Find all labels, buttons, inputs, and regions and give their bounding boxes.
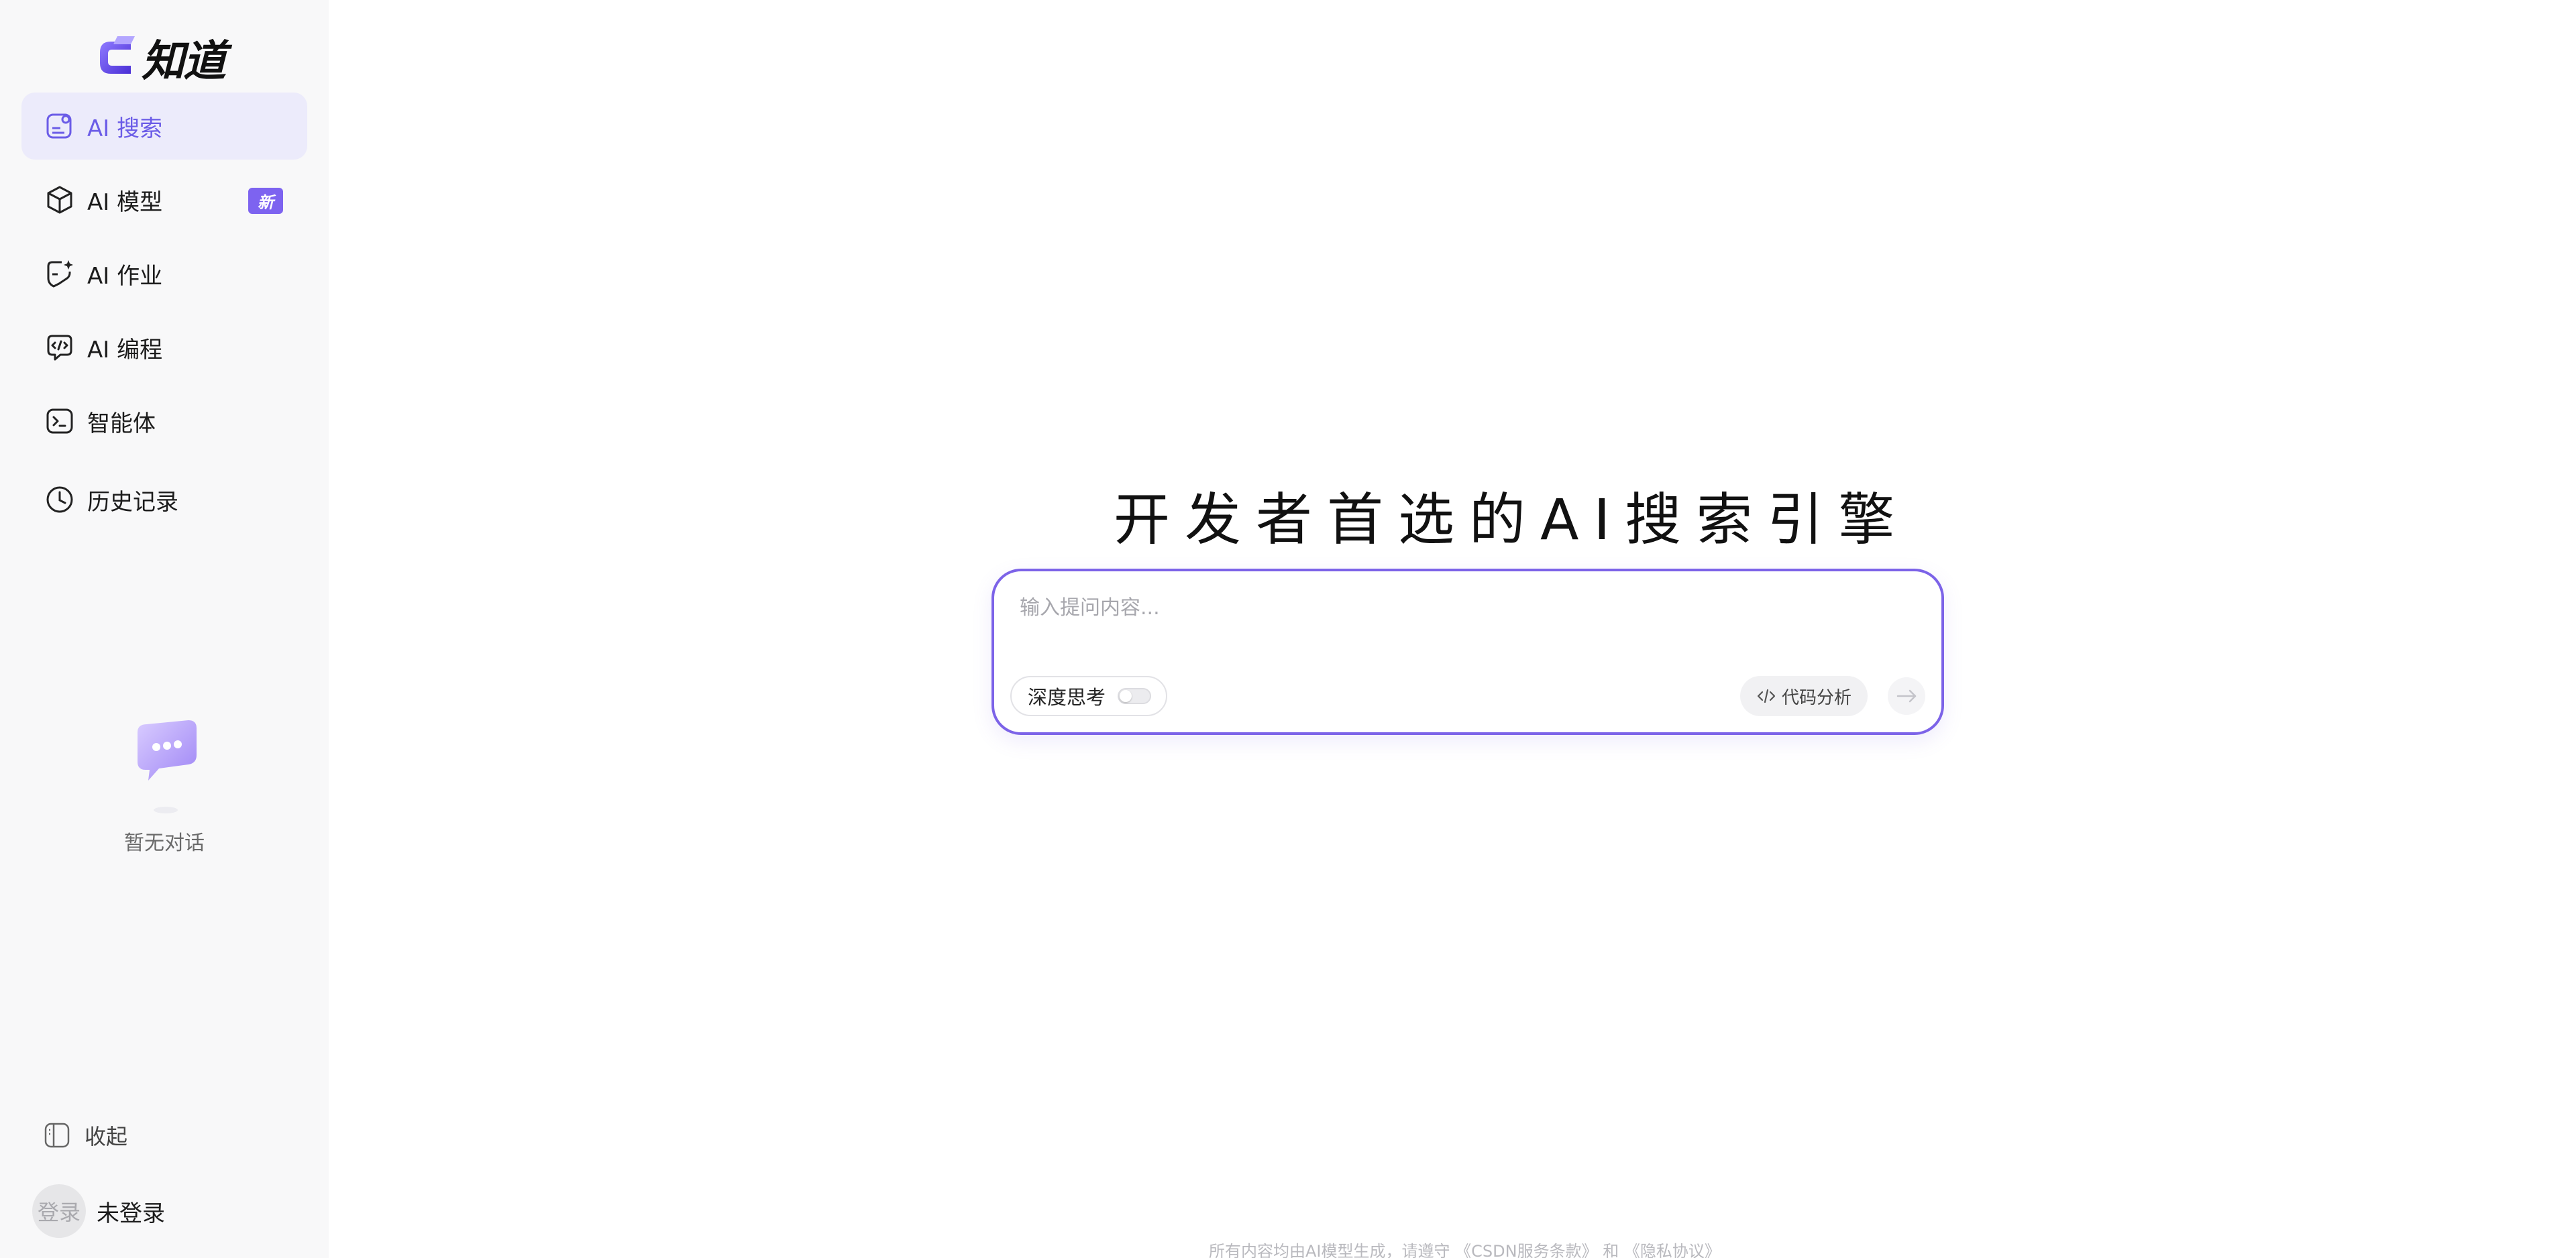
sidebar-item-label: 历史记录 — [87, 488, 178, 516]
question-box: 深度思考 代码分析 — [991, 569, 1944, 735]
sidebar-item-ai-model[interactable]: AI 模型 新 — [21, 166, 307, 233]
collapse-sidebar-button[interactable]: 收起 — [43, 1120, 127, 1151]
cube-icon — [47, 186, 72, 214]
code-analysis-button[interactable]: 代码分析 — [1740, 676, 1868, 716]
footer-prefix: 所有内容均由AI模型生成，请遵守 — [1209, 1242, 1450, 1258]
deep-think-label: 深度思考 — [1028, 686, 1106, 709]
sidebar-item-label: AI 模型 — [87, 188, 163, 216]
code-analysis-label: 代码分析 — [1782, 687, 1852, 708]
question-input[interactable] — [1018, 590, 1893, 625]
terms-link[interactable]: 《CSDN服务条款》 — [1455, 1242, 1597, 1258]
footer-disclaimer: 所有内容均由AI模型生成，请遵守 《CSDN服务条款》 和 《隐私协议》 — [1209, 1238, 1721, 1258]
app-root: 知道 AI 搜索 AI 模型 新 AI 作业 AI 编程 智能体 历史记录 暂无… — [0, 0, 2576, 1258]
ai-search-icon — [46, 113, 72, 139]
logo-text: 知道 — [142, 37, 226, 87]
sidebar-item-agent[interactable]: 智能体 — [21, 388, 307, 455]
collapse-label: 收起 — [85, 1124, 128, 1149]
empty-conversations-text: 暂无对话 — [124, 832, 205, 855]
sidebar-item-ai-search[interactable]: AI 搜索 — [21, 93, 307, 160]
sidebar-item-history[interactable]: 历史记录 — [21, 466, 307, 533]
new-badge: 新 — [248, 188, 283, 214]
switch-knob — [1120, 690, 1132, 702]
sidebar: 知道 AI 搜索 AI 模型 新 AI 作业 AI 编程 智能体 历史记录 暂无… — [0, 0, 329, 1258]
sidebar-item-ai-homework[interactable]: AI 作业 — [21, 240, 307, 307]
arrow-right-icon — [1896, 689, 1917, 703]
send-button[interactable] — [1888, 677, 1925, 715]
code-chat-icon — [47, 335, 72, 361]
privacy-link[interactable]: 《隐私协议》 — [1624, 1242, 1721, 1258]
sidebar-collapse-icon — [44, 1123, 70, 1148]
clock-icon — [46, 486, 73, 513]
avatar[interactable]: 登录 — [32, 1184, 86, 1238]
sidebar-item-label: AI 编程 — [87, 336, 163, 363]
deep-think-toggle[interactable]: 深度思考 — [1010, 676, 1168, 716]
sidebar-item-ai-coding[interactable]: AI 编程 — [21, 314, 307, 381]
homework-icon — [47, 260, 73, 288]
sidebar-item-label: AI 作业 — [87, 262, 163, 290]
user-status: 未登录 — [97, 1200, 165, 1227]
logo[interactable]: 知道 — [97, 27, 226, 89]
footer-and: 和 — [1603, 1242, 1619, 1258]
logo-mark-icon — [100, 36, 135, 74]
empty-conversations: 暂无对话 — [0, 716, 329, 856]
user-login[interactable]: 登录 未登录 — [32, 1184, 165, 1238]
deep-think-switch[interactable] — [1118, 688, 1152, 704]
empty-chat-illustration-icon — [138, 720, 197, 813]
code-icon — [1757, 689, 1776, 703]
sidebar-item-label: 智能体 — [87, 410, 156, 437]
sidebar-item-label: AI 搜索 — [87, 115, 163, 142]
terminal-icon — [46, 408, 73, 434]
page-title: 开发者首选的AI搜索引擎 — [1114, 487, 1910, 553]
